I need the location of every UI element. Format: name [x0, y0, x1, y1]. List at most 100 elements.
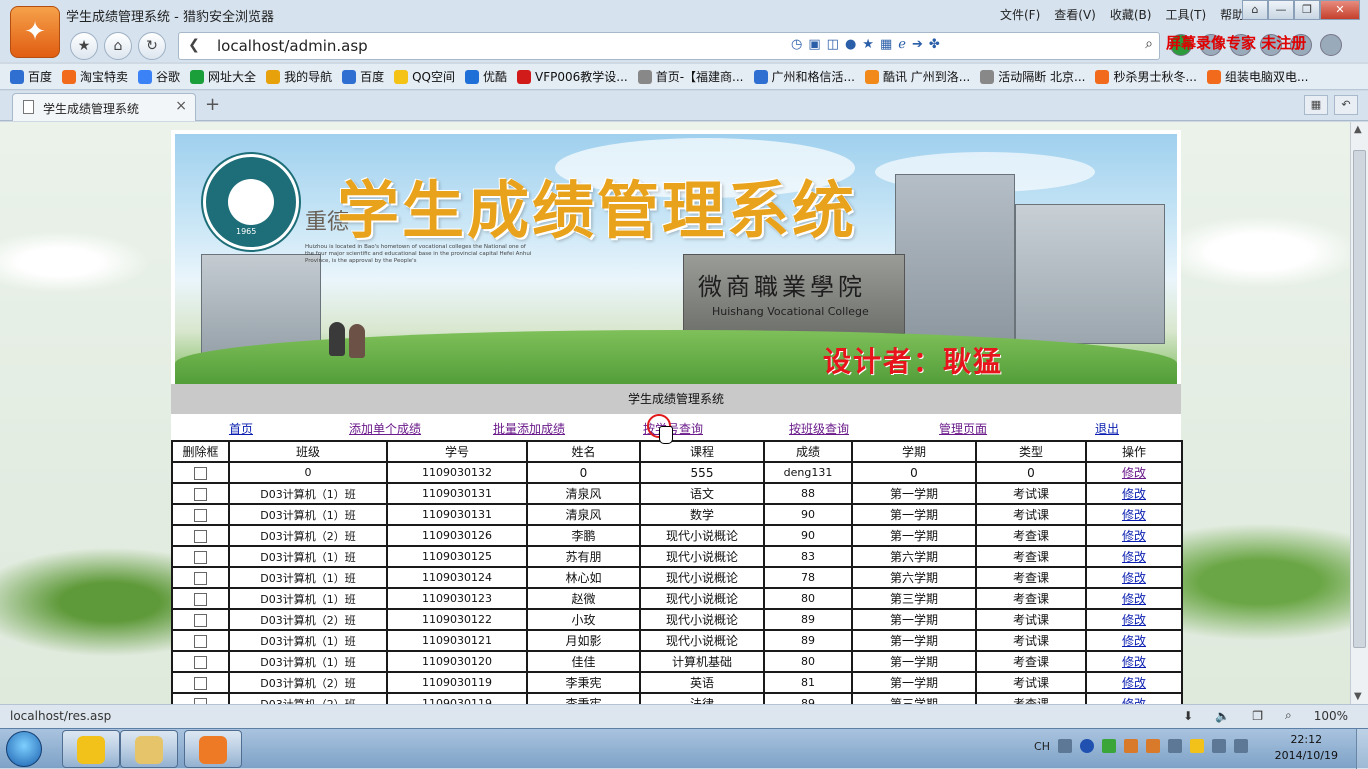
clipboard-icon[interactable]: [1168, 739, 1182, 753]
tab-active[interactable]: 学生成绩管理系统 ×: [12, 93, 196, 121]
bookmark-item[interactable]: 广州和格信活...: [753, 68, 855, 85]
back-icon[interactable]: ❮: [181, 32, 207, 58]
nav-logout-link[interactable]: 退出: [1095, 420, 1119, 437]
start-button[interactable]: [6, 731, 42, 767]
favorite-star-icon[interactable]: ★: [70, 32, 98, 60]
menu-favorites[interactable]: 收藏(B): [1110, 6, 1152, 23]
menu-view[interactable]: 查看(V): [1054, 6, 1096, 23]
menu-tools[interactable]: 工具(T): [1165, 6, 1206, 23]
maximize-button[interactable]: ❐: [1294, 0, 1320, 20]
edit-link[interactable]: 修改: [1122, 550, 1146, 564]
taskbar-qq[interactable]: [62, 730, 120, 768]
app-tray-icon-2[interactable]: [1146, 739, 1160, 753]
nav-admin-link[interactable]: 管理页面: [939, 420, 987, 437]
home-icon[interactable]: ⌂: [104, 32, 132, 60]
delete-checkbox[interactable]: [194, 592, 207, 606]
bookmark-item[interactable]: 秒杀男士秋冬...: [1095, 68, 1197, 85]
edit-link[interactable]: 修改: [1122, 529, 1146, 543]
ie-mode-icon[interactable]: ℯ: [898, 37, 906, 52]
ime-indicator[interactable]: CH: [1034, 740, 1050, 753]
refresh-icon[interactable]: ↻: [138, 32, 166, 60]
scroll-thumb[interactable]: [1353, 150, 1366, 648]
minimize-button[interactable]: —: [1268, 0, 1294, 20]
address-bar[interactable]: ❮ localhost/admin.asp ◷ ▣ ◫ ● ★ ▦ ℯ ➔ ✤ …: [178, 32, 1160, 60]
delete-checkbox[interactable]: [194, 655, 207, 669]
new-tab-button[interactable]: +: [205, 94, 220, 115]
paw-icon[interactable]: ✤: [929, 37, 940, 52]
nav-batch-add-link[interactable]: 批量添加成绩: [493, 420, 565, 437]
edit-link[interactable]: 修改: [1122, 655, 1146, 669]
edit-link[interactable]: 修改: [1122, 676, 1146, 690]
qr-icon[interactable]: ▦: [880, 37, 892, 52]
tab-close-icon[interactable]: ×: [175, 98, 187, 114]
speed-icon[interactable]: ◫: [827, 37, 839, 52]
show-desktop-button[interactable]: [1356, 729, 1368, 769]
nav-add-single-link[interactable]: 添加单个成绩: [349, 420, 421, 437]
window-mode-icon[interactable]: ❐: [1252, 709, 1263, 723]
help-icon[interactable]: [1080, 739, 1094, 753]
delete-checkbox[interactable]: [194, 550, 207, 564]
menu-help[interactable]: 帮助: [1220, 6, 1244, 23]
delete-checkbox[interactable]: [194, 634, 207, 648]
search-input[interactable]: [985, 36, 1145, 56]
scroll-up-icon[interactable]: ▲: [1354, 124, 1362, 135]
undo-close-icon[interactable]: ↶: [1334, 95, 1358, 115]
scroll-down-icon[interactable]: ▼: [1354, 691, 1362, 702]
delete-checkbox[interactable]: [194, 529, 207, 543]
close-button[interactable]: ✕: [1320, 0, 1360, 20]
url-text[interactable]: localhost/admin.asp: [217, 37, 368, 55]
bookmark-item[interactable]: QQ空间: [394, 68, 455, 85]
star-icon[interactable]: ★: [862, 37, 874, 52]
edit-link[interactable]: 修改: [1122, 634, 1146, 648]
taskbar-explorer[interactable]: [120, 730, 178, 768]
tab-grid-icon[interactable]: ▦: [1304, 95, 1328, 115]
edit-link[interactable]: 修改: [1122, 613, 1146, 627]
flag-icon[interactable]: [1234, 739, 1248, 753]
bookmark-item[interactable]: VFP006教学设...: [517, 68, 628, 85]
download-icon[interactable]: ⬇: [1183, 709, 1193, 723]
edit-link[interactable]: 修改: [1122, 466, 1146, 480]
bookmark-item[interactable]: 网址大全: [190, 68, 256, 85]
edit-link[interactable]: 修改: [1122, 571, 1146, 585]
edit-link[interactable]: 修改: [1122, 508, 1146, 522]
bookmark-item[interactable]: 组装电脑双电...: [1206, 68, 1308, 85]
system-clock[interactable]: 22:12 2014/10/19: [1275, 732, 1338, 764]
bookmark-item[interactable]: 活动隔断 北京...: [980, 68, 1085, 85]
delete-checkbox[interactable]: [194, 571, 207, 585]
ext-icon-6[interactable]: [1320, 34, 1342, 56]
edit-link[interactable]: 修改: [1122, 592, 1146, 606]
search-icon[interactable]: ⌕: [1145, 36, 1153, 52]
globe-icon[interactable]: ●: [845, 37, 856, 52]
zoom-icon[interactable]: ⌕: [1285, 708, 1292, 723]
bookmark-item[interactable]: 谷歌: [138, 68, 180, 85]
nav-query-by-class-link[interactable]: 按班级查询: [789, 420, 849, 437]
delete-checkbox[interactable]: [194, 508, 207, 522]
edit-link[interactable]: 修改: [1122, 487, 1146, 501]
taskbar-browser[interactable]: [184, 730, 242, 768]
edit-link[interactable]: 修改: [1122, 697, 1146, 704]
qq-tray-icon[interactable]: [1190, 739, 1204, 753]
zoom-level[interactable]: 100%: [1314, 709, 1348, 723]
bookmark-item[interactable]: 酷讯 广州到洛...: [864, 68, 970, 85]
bookmark-item[interactable]: 百度: [342, 68, 384, 85]
bookmark-item[interactable]: 百度: [10, 68, 52, 85]
bookmark-item[interactable]: 优酷: [465, 68, 507, 85]
wifi-icon[interactable]: [1102, 739, 1116, 753]
ticket-icon[interactable]: ▣: [808, 37, 820, 52]
delete-checkbox[interactable]: [194, 613, 207, 627]
delete-checkbox[interactable]: [194, 487, 207, 501]
delete-checkbox[interactable]: [194, 466, 207, 480]
bookmark-item[interactable]: 首页-【福建商...: [637, 68, 744, 85]
vertical-scrollbar[interactable]: ▲ ▼: [1350, 122, 1368, 704]
clock-icon[interactable]: ◷: [791, 37, 802, 52]
browser-logo-icon[interactable]: ✦: [10, 6, 60, 58]
bookmark-item[interactable]: 我的导航: [266, 68, 332, 85]
skin-button[interactable]: ⌂: [1242, 0, 1268, 20]
menu-file[interactable]: 文件(F): [1000, 6, 1040, 23]
app-tray-icon[interactable]: [1124, 739, 1138, 753]
forward-icon[interactable]: ➔: [912, 37, 923, 52]
keyboard-icon[interactable]: [1058, 739, 1072, 753]
delete-checkbox[interactable]: [194, 676, 207, 690]
volume-icon[interactable]: 🔈: [1215, 709, 1230, 723]
bookmark-item[interactable]: 淘宝特卖: [62, 68, 128, 85]
